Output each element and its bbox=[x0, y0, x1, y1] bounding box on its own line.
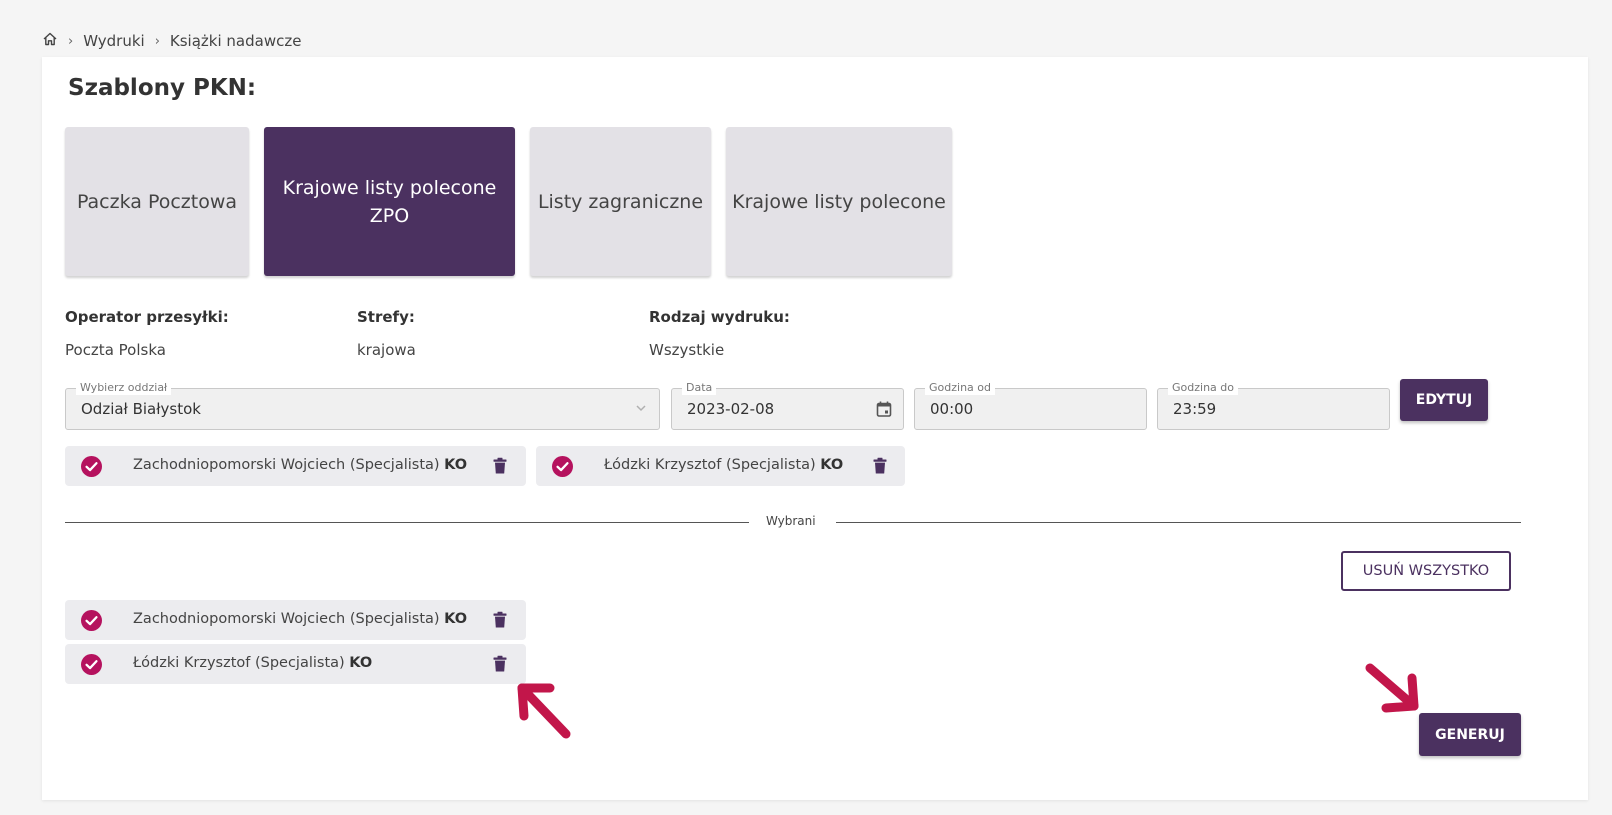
main-card: Szablony PKN: Paczka Pocztowa Krajowe li… bbox=[42, 57, 1588, 800]
divider-line bbox=[836, 522, 1521, 523]
recipient-name: Zachodniopomorski Wojciech (Specjalista)… bbox=[133, 457, 467, 473]
date-field-value: 2023-02-08 bbox=[687, 400, 775, 418]
template-label: Krajowe listy polecone bbox=[282, 176, 497, 199]
template-krajowe-listy-polecone-zpo[interactable]: Krajowe listy polecone ZPO bbox=[264, 127, 515, 276]
time-to-field[interactable]: Godzina do 23:59 bbox=[1157, 381, 1390, 430]
branch-select-label: Wybierz oddział bbox=[76, 381, 172, 395]
recipient-name-text: Łódzki Krzysztof (Specjalista) bbox=[604, 457, 816, 473]
template-krajowe-listy-polecone[interactable]: Krajowe listy polecone bbox=[726, 127, 952, 276]
page-title: Szablony PKN: bbox=[68, 75, 257, 101]
template-paczka-pocztowa[interactable]: Paczka Pocztowa bbox=[65, 127, 249, 276]
recipient-name-text: Łódzki Krzysztof (Specjalista) bbox=[133, 655, 345, 671]
time-to-value: 23:59 bbox=[1173, 400, 1217, 418]
edit-button[interactable]: EDYTUJ bbox=[1400, 379, 1488, 421]
check-circle-icon[interactable] bbox=[81, 456, 102, 481]
trash-icon[interactable] bbox=[492, 655, 508, 677]
trash-icon[interactable] bbox=[492, 611, 508, 633]
annotation-arrow-icon bbox=[517, 683, 571, 739]
date-field-label: Data bbox=[682, 381, 717, 395]
recipient-unit: KO bbox=[444, 457, 468, 473]
operator-label: Operator przesyłki: bbox=[65, 308, 229, 326]
generate-button[interactable]: GENERUJ bbox=[1419, 713, 1521, 756]
zones-value: krajowa bbox=[357, 341, 416, 359]
template-label-line2: ZPO bbox=[369, 204, 410, 227]
template-listy-zagraniczne[interactable]: Listy zagraniczne bbox=[530, 127, 711, 276]
recipient-name: Zachodniopomorski Wojciech (Specjalista)… bbox=[133, 611, 467, 627]
trash-icon[interactable] bbox=[872, 457, 888, 479]
check-circle-icon[interactable] bbox=[81, 610, 102, 635]
recipient-unit: KO bbox=[349, 655, 373, 671]
chevron-right-icon: › bbox=[154, 33, 160, 49]
time-to-label: Godzina do bbox=[1168, 381, 1238, 395]
divider-label: Wybrani bbox=[766, 514, 816, 528]
template-label: Paczka Pocztowa bbox=[76, 190, 238, 213]
print-type-value: Wszystkie bbox=[649, 341, 725, 359]
recipient-name: Łódzki Krzysztof (Specjalista) KO bbox=[133, 655, 372, 671]
time-from-value: 00:00 bbox=[930, 400, 974, 418]
chevron-down-icon[interactable] bbox=[633, 400, 649, 420]
available-recipient-chip: Zachodniopomorski Wojciech (Specjalista)… bbox=[65, 446, 526, 486]
recipient-unit: KO bbox=[820, 457, 844, 473]
branch-select[interactable]: Wybierz oddział Odział Białystok bbox=[65, 381, 660, 430]
home-icon[interactable] bbox=[42, 31, 58, 51]
print-type-label: Rodzaj wydruku: bbox=[649, 308, 790, 326]
time-from-field[interactable]: Godzina od 00:00 bbox=[914, 381, 1147, 430]
template-label: Krajowe listy polecone bbox=[732, 190, 946, 213]
recipient-name-text: Zachodniopomorski Wojciech (Specjalista) bbox=[133, 611, 440, 627]
available-recipient-chip: Łódzki Krzysztof (Specjalista) KO bbox=[536, 446, 905, 486]
divider-line bbox=[65, 522, 749, 523]
operator-value: Poczta Polska bbox=[65, 341, 166, 359]
breadcrumb-item-prints[interactable]: Wydruki bbox=[83, 32, 145, 50]
recipient-name-text: Zachodniopomorski Wojciech (Specjalista) bbox=[133, 457, 440, 473]
breadcrumb-item-books[interactable]: Książki nadawcze bbox=[170, 32, 302, 50]
recipient-unit: KO bbox=[444, 611, 468, 627]
trash-icon[interactable] bbox=[492, 457, 508, 479]
selected-recipient-chip: Łódzki Krzysztof (Specjalista) KO bbox=[65, 644, 526, 684]
breadcrumb: › Wydruki › Książki nadawcze bbox=[42, 31, 301, 51]
calendar-icon[interactable] bbox=[875, 400, 893, 422]
recipient-name: Łódzki Krzysztof (Specjalista) KO bbox=[604, 457, 843, 473]
date-field[interactable]: Data 2023-02-08 bbox=[671, 381, 904, 430]
zones-label: Strefy: bbox=[357, 308, 415, 326]
template-label: Listy zagraniczne bbox=[537, 190, 704, 213]
selected-recipient-chip: Zachodniopomorski Wojciech (Specjalista)… bbox=[65, 600, 526, 640]
annotation-arrow-icon bbox=[1365, 663, 1419, 713]
chevron-right-icon: › bbox=[68, 33, 74, 49]
branch-select-value: Odział Białystok bbox=[81, 400, 201, 418]
time-from-label: Godzina od bbox=[925, 381, 995, 395]
check-circle-icon[interactable] bbox=[552, 456, 573, 481]
remove-all-button[interactable]: USUŃ WSZYSTKO bbox=[1341, 551, 1511, 591]
check-circle-icon[interactable] bbox=[81, 654, 102, 679]
